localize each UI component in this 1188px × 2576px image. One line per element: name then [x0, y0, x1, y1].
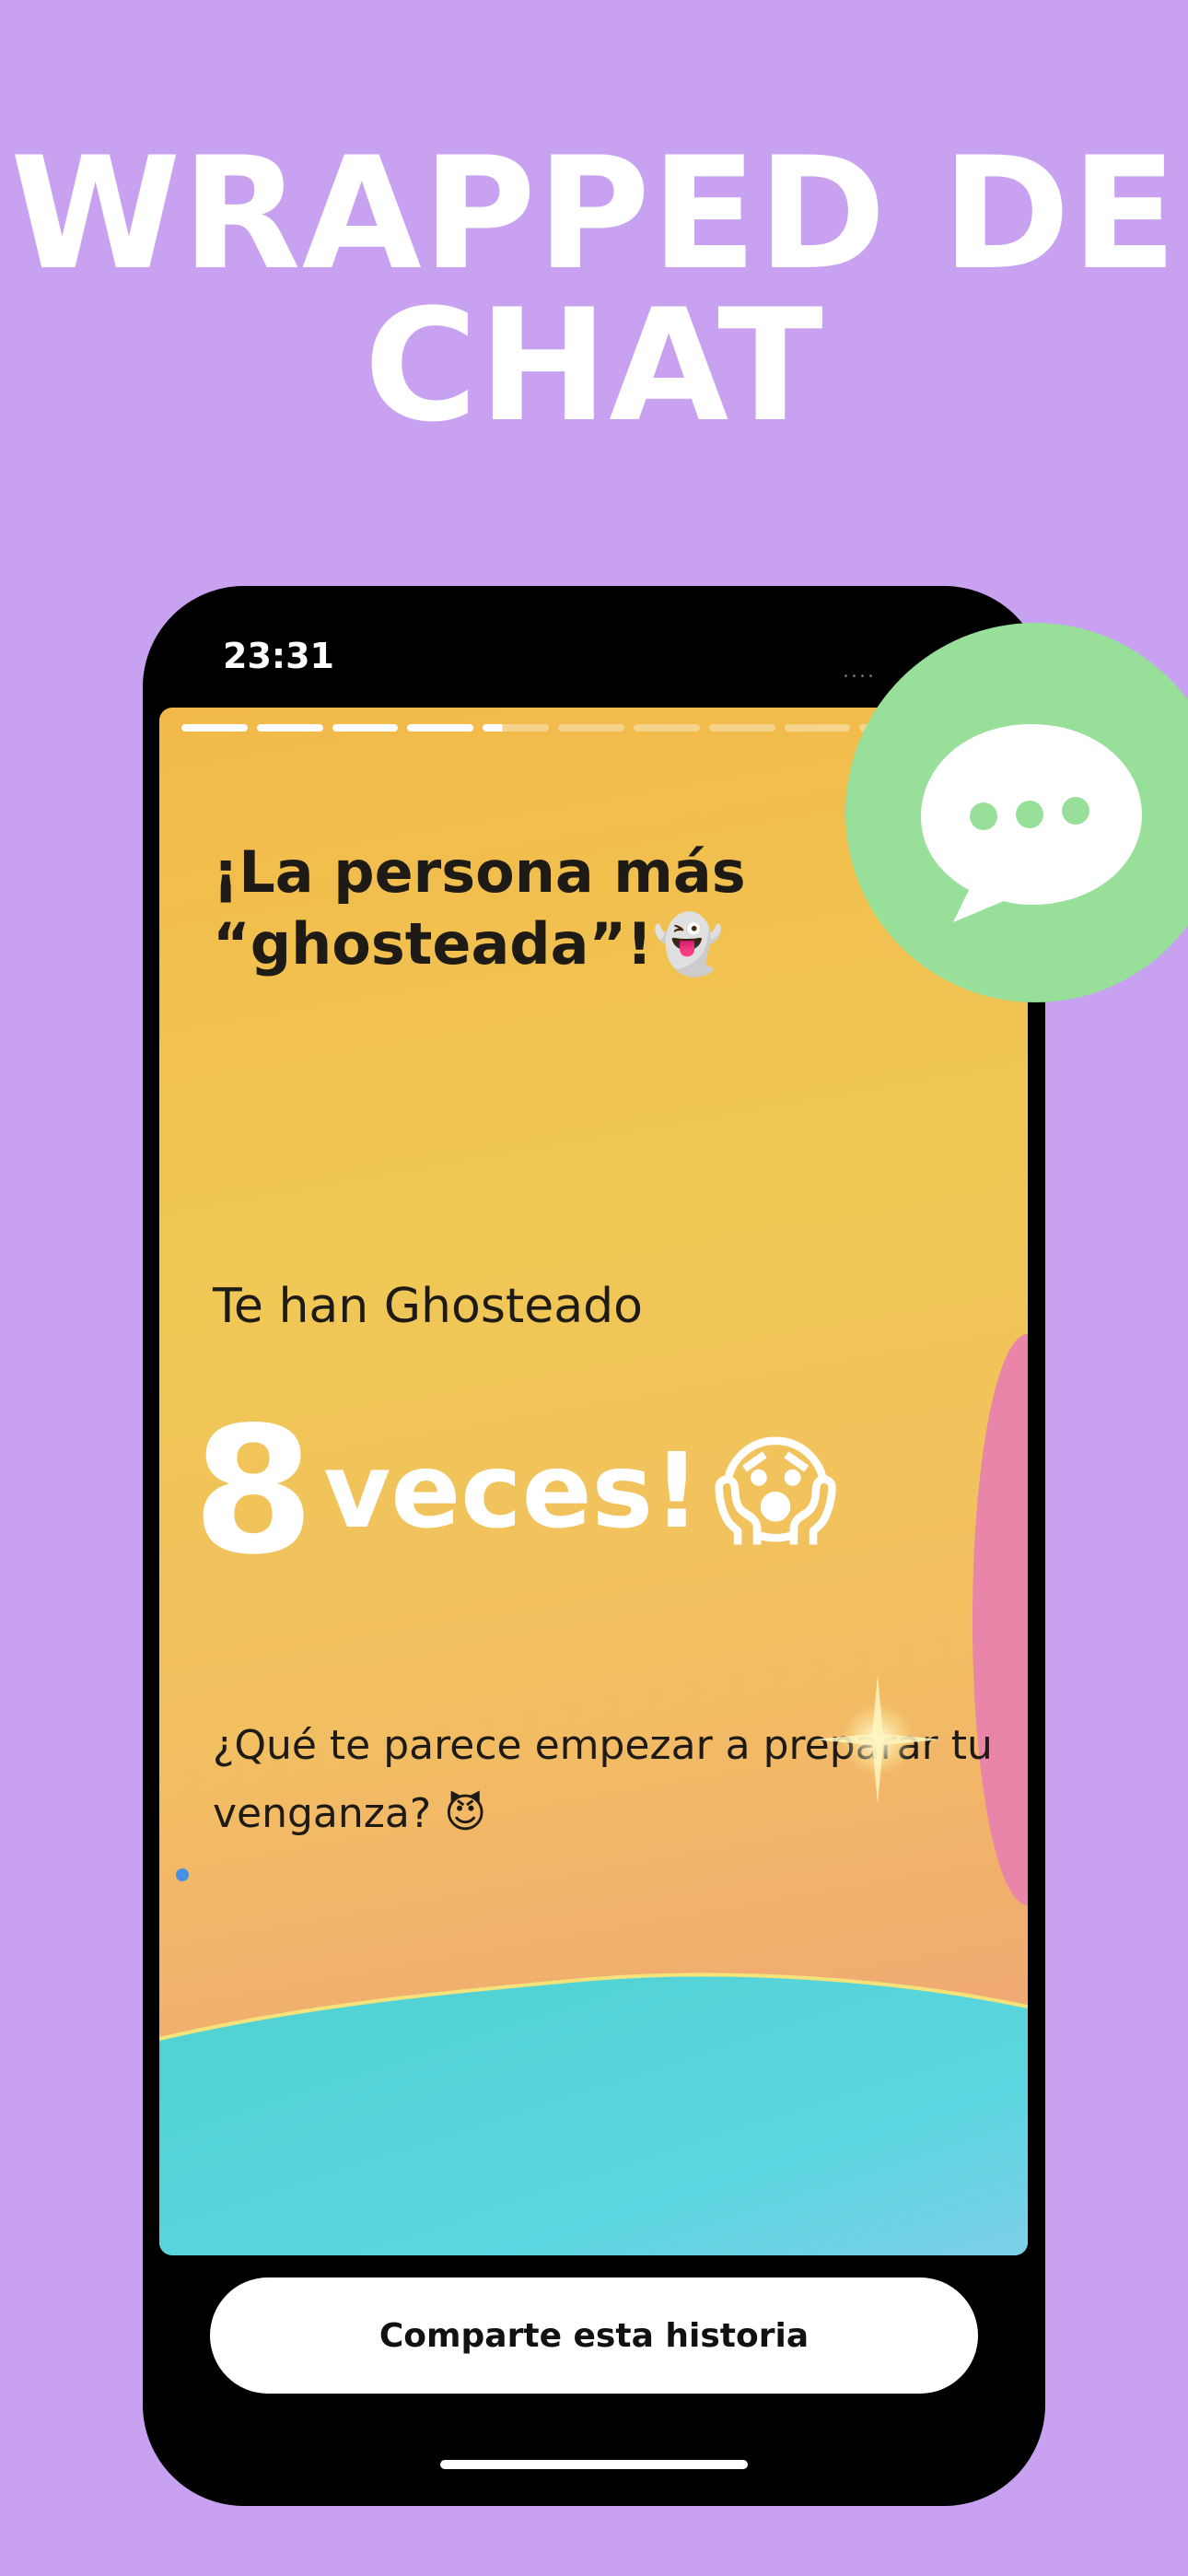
story-subtitle: Te han Ghosteado [213, 1279, 643, 1334]
devil-icon: 😈 [444, 1790, 487, 1837]
ghost-count: 8veces! 😱 [192, 1389, 838, 1593]
story-progress-segment [332, 724, 399, 732]
home-indicator[interactable] [440, 2460, 748, 2469]
chat-dot-2 [1016, 801, 1043, 828]
headline: WRAPPED DE CHAT [0, 123, 1188, 456]
story-progress-segment [256, 724, 323, 732]
story-title-line2: “ghosteada”! [213, 910, 653, 978]
headline-line2: CHAT [364, 275, 824, 456]
headline-line1: WRAPPED DE [10, 123, 1178, 304]
story-progress-segment [708, 724, 775, 732]
share-story-button[interactable]: Comparte esta historia [210, 2277, 978, 2394]
story-progress-segment [784, 724, 851, 732]
signal-icon: .... [843, 660, 876, 683]
chat-bubble-icon [921, 724, 1142, 922]
story-progress-segment [483, 724, 550, 732]
ghost-icon: 👻 [652, 910, 724, 978]
story-progress-segment [407, 724, 474, 732]
story-progress-segment [633, 724, 700, 732]
story-progress-segment [181, 724, 248, 732]
screaming-face-icon: 😱 [713, 1421, 838, 1562]
story-progress-segment [558, 724, 624, 732]
ghost-count-word: veces! [323, 1431, 701, 1551]
ghost-count-number: 8 [192, 1389, 315, 1593]
chat-dot-3 [1062, 797, 1089, 825]
chat-dot-1 [970, 802, 997, 830]
wave-decoration [159, 1973, 1028, 2255]
blue-dot-decoration [176, 1868, 189, 1881]
story-title: ¡La persona más “ghosteada”!👻 [213, 837, 913, 980]
status-time: 23:31 [223, 636, 334, 676]
sparkle-icon [813, 1675, 942, 1804]
story-title-line1: ¡La persona más [213, 838, 746, 906]
